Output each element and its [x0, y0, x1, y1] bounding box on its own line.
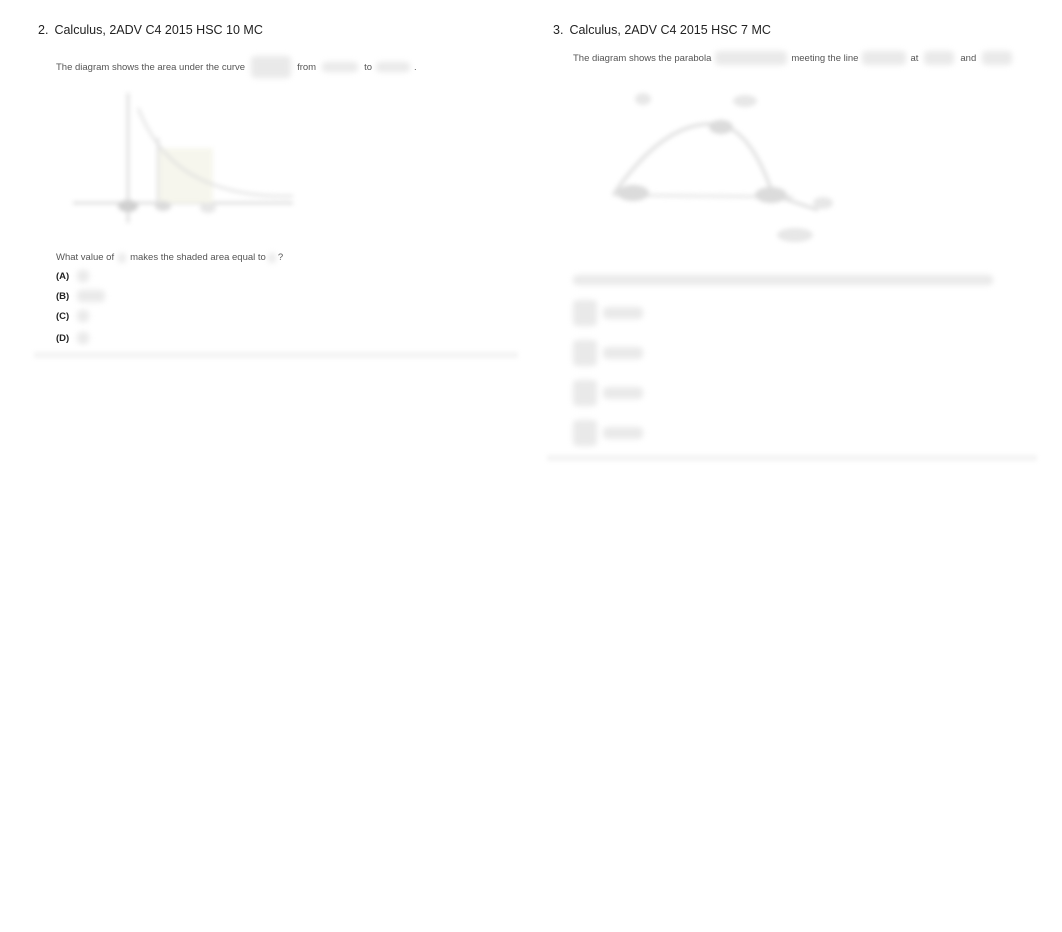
- question-title: 3. Calculus, 2ADV C4 2015 HSC 7 MC: [553, 23, 771, 37]
- question-number: 3.: [553, 23, 564, 37]
- question-prompt: What value of makes the shaded area equa…: [56, 252, 283, 263]
- line-label: [777, 228, 813, 242]
- option-a[interactable]: [573, 300, 643, 326]
- question-prompt: [573, 275, 993, 285]
- intersection-label: [617, 185, 649, 201]
- question-title: 2. Calculus, 2ADV C4 2015 HSC 10 MC: [38, 23, 263, 37]
- option-d[interactable]: [573, 420, 643, 446]
- math-expression: [862, 51, 907, 65]
- intro-text: and: [960, 52, 977, 64]
- axis-label: [118, 200, 138, 212]
- intro-text: meeting the line: [791, 52, 859, 64]
- integral-expression: [573, 380, 597, 406]
- math-expression: [322, 62, 359, 72]
- question-divider: [34, 352, 518, 358]
- math-value: [267, 252, 276, 263]
- option-a[interactable]: (A): [56, 270, 90, 282]
- integral-expression: [573, 300, 597, 326]
- math-expression: [251, 56, 292, 78]
- intersection-label: [755, 187, 787, 203]
- math-point: [982, 51, 1013, 65]
- option-label: (D): [56, 332, 70, 344]
- option-label: (C): [56, 310, 70, 322]
- integral-expression: [573, 420, 597, 446]
- area-diagram: [73, 93, 294, 223]
- option-value: [77, 310, 90, 322]
- option-label: (B): [56, 290, 70, 302]
- prompt-text: What value of: [56, 252, 115, 263]
- option-value: [77, 332, 90, 344]
- question-heading: Calculus, 2ADV C4 2015 HSC 7 MC: [569, 23, 771, 37]
- option-label: (A): [56, 270, 70, 282]
- vertex-label: [709, 120, 733, 134]
- intro-text: to: [364, 61, 372, 73]
- option-c[interactable]: (C): [56, 310, 90, 322]
- question-number: 2.: [38, 23, 49, 37]
- option-value: [603, 347, 643, 359]
- intro-text: The diagram shows the parabola: [573, 52, 712, 64]
- option-value: [603, 307, 643, 319]
- prompt-text: makes the shaded area equal to: [130, 252, 266, 263]
- intro-text: .: [414, 61, 417, 73]
- math-expression: [376, 62, 410, 72]
- option-d[interactable]: (D): [56, 332, 90, 344]
- math-point: [924, 51, 955, 65]
- question-intro: The diagram shows the area under the cur…: [56, 56, 417, 78]
- intro-text: The diagram shows the area under the cur…: [56, 61, 246, 73]
- option-value: [603, 427, 643, 439]
- option-c[interactable]: [573, 380, 643, 406]
- option-b[interactable]: (B): [56, 290, 106, 302]
- option-b[interactable]: [573, 340, 643, 366]
- prompt-text: ?: [277, 252, 284, 263]
- shaded-area: [158, 148, 213, 203]
- integral-expression: [573, 340, 597, 366]
- option-value: [603, 387, 643, 399]
- axis-label: [635, 93, 651, 105]
- axis-label: [200, 203, 216, 213]
- question-heading: Calculus, 2ADV C4 2015 HSC 10 MC: [54, 23, 263, 37]
- math-variable: [118, 252, 127, 263]
- axis-label: [155, 201, 171, 211]
- axis-label: [813, 197, 833, 209]
- intro-text: at: [910, 52, 919, 64]
- question-intro: The diagram shows the parabola meeting t…: [573, 51, 1018, 65]
- question-divider: [547, 455, 1037, 461]
- math-expression: [715, 51, 788, 65]
- curve-label: [733, 95, 757, 107]
- option-value: [77, 290, 106, 302]
- option-value: [77, 270, 90, 282]
- intro-text: from: [297, 61, 317, 73]
- parabola-diagram: [611, 93, 833, 242]
